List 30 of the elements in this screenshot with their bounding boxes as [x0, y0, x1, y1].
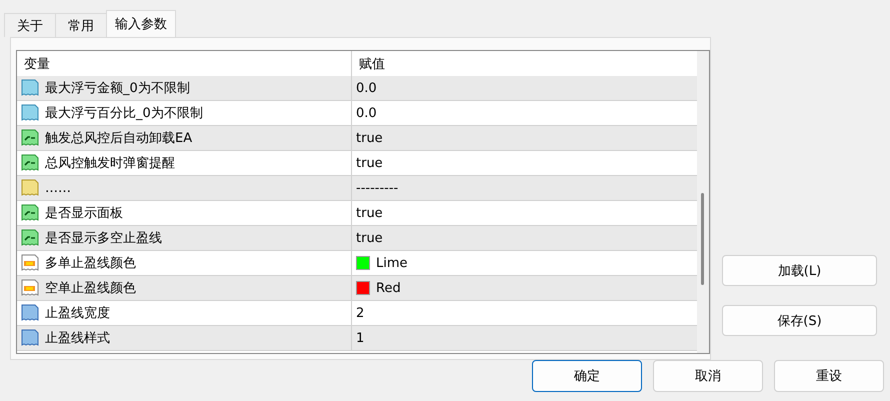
parameter-value[interactable]: 1 — [356, 330, 364, 346]
parameter-value[interactable]: 2 — [356, 306, 364, 320]
parameter-value[interactable]: true — [356, 206, 383, 220]
parameter-name: 最大浮亏百分比_0为不限制 — [45, 105, 203, 122]
parameter-value[interactable]: Red — [376, 280, 401, 296]
parameter-value[interactable]: true — [356, 156, 383, 170]
reset-button[interactable]: 重设 — [774, 360, 884, 392]
ok-button[interactable]: 确定 — [532, 360, 642, 392]
parameter-name: 止盈线样式 — [45, 330, 110, 347]
tab[interactable]: 关于 — [4, 13, 56, 37]
parameter-name: 总风控触发时弹窗提醒 — [45, 155, 175, 172]
parameter-value[interactable]: --------- — [356, 180, 398, 196]
save-button[interactable]: 保存(S) — [722, 305, 877, 336]
parameter-value[interactable]: true — [356, 130, 383, 146]
parameter-name: 是否显示面板 — [45, 205, 123, 222]
parameter-value[interactable]: true — [356, 230, 383, 246]
parameter-value[interactable]: Lime — [376, 256, 408, 270]
parameter-name: 止盈线宽度 — [45, 305, 110, 322]
parameter-name: 触发总风控后自动卸载EA — [45, 130, 192, 147]
tab[interactable]: 输入参数 — [106, 10, 176, 37]
column-header: 赋值 — [358, 56, 386, 74]
cancel-button[interactable]: 取消 — [653, 360, 763, 392]
load-button[interactable]: 加载(L) — [722, 255, 877, 286]
parameter-name: …… — [45, 180, 71, 196]
parameter-name: 多单止盈线颜色 — [45, 255, 136, 272]
parameter-value[interactable]: 0.0 — [356, 80, 377, 96]
parameter-name: 是否显示多空止盈线 — [45, 230, 162, 247]
parameter-value[interactable]: 0.0 — [356, 106, 377, 120]
parameter-name: 空单止盈线颜色 — [45, 280, 136, 297]
parameter-name: 最大浮亏金额_0为不限制 — [45, 80, 190, 97]
